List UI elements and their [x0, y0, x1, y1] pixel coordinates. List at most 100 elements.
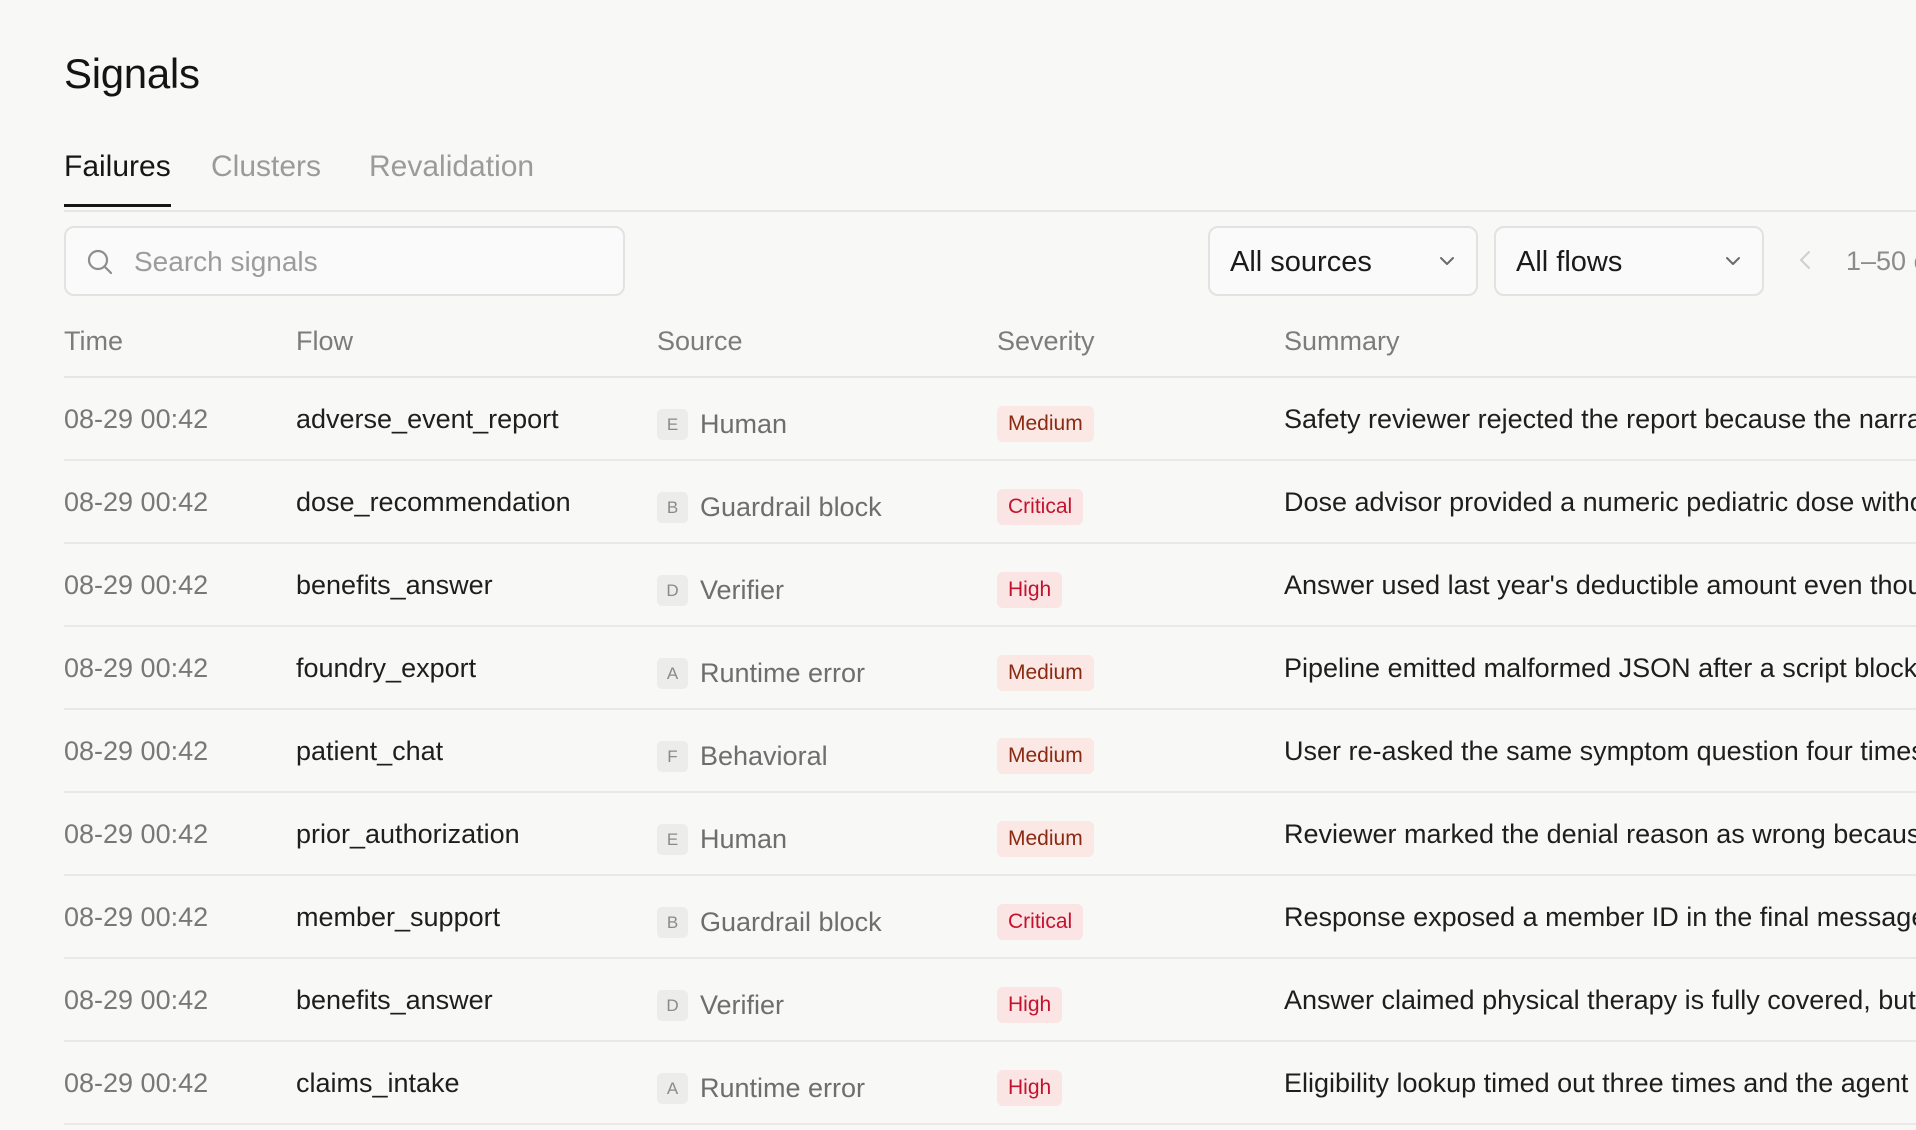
source-label: Guardrail block — [700, 492, 882, 523]
source-label: Guardrail block — [700, 907, 882, 938]
search-box — [64, 226, 625, 296]
table-row[interactable]: 08-29 00:42 adverse_event_report E Human … — [64, 378, 1916, 461]
row-severity: High — [997, 572, 1063, 608]
source-label: Behavioral — [700, 741, 828, 772]
chevron-down-icon — [1440, 257, 1454, 265]
row-summary: Eligibility lookup timed out three times… — [1284, 1068, 1916, 1098]
row-time: 08-29 00:42 — [64, 902, 209, 932]
column-header-summary: Summary — [1284, 326, 1400, 356]
source-badge: D — [657, 990, 688, 1022]
row-source: E Human — [657, 408, 788, 441]
source-badge: E — [657, 409, 688, 441]
column-header-source: Source — [657, 326, 743, 356]
row-summary: Pipeline emitted malformed JSON after a … — [1284, 653, 1916, 683]
row-flow: benefits_answer — [296, 985, 493, 1015]
source-badge: A — [657, 1073, 688, 1105]
row-source: F Behavioral — [657, 740, 828, 773]
row-time: 08-29 00:42 — [64, 653, 209, 683]
row-flow: foundry_export — [296, 653, 477, 683]
table-row[interactable]: 08-29 00:42 patient_chat F Behavioral Med… — [64, 710, 1916, 793]
row-severity: High — [997, 987, 1063, 1023]
chevron-left-icon[interactable] — [1798, 249, 1812, 271]
source-label: Human — [700, 409, 788, 440]
table-row[interactable]: 08-29 00:42 dose_recommendation B Guardra… — [64, 461, 1916, 544]
table-row[interactable]: 08-29 00:42 benefits_answer D Verifier Hi… — [64, 544, 1916, 627]
source-label: Runtime error — [700, 1073, 866, 1104]
row-time: 08-29 00:42 — [64, 404, 209, 434]
row-severity: High — [997, 1070, 1063, 1106]
row-time: 08-29 00:42 — [64, 487, 209, 517]
chevron-down-icon — [1726, 257, 1740, 265]
row-summary: Response exposed a member ID in the fina… — [1284, 902, 1916, 932]
sources-filter-select[interactable]: All sources — [1208, 226, 1478, 296]
row-time: 08-29 00:42 — [64, 819, 209, 849]
row-flow: benefits_answer — [296, 570, 493, 600]
severity-badge: Critical — [997, 489, 1084, 525]
tab-bar: Failures Clusters Revalidation — [64, 145, 1916, 212]
table-row[interactable]: 08-29 00:42 foundry_export A Runtime erro… — [64, 627, 1916, 710]
row-flow: claims_intake — [296, 1068, 460, 1098]
row-severity: Medium — [997, 821, 1094, 857]
row-source: B Guardrail block — [657, 491, 882, 524]
row-source: B Guardrail block — [657, 906, 882, 939]
row-time: 08-29 00:42 — [64, 570, 209, 600]
tab-clusters[interactable]: Clusters — [211, 150, 321, 207]
row-flow: dose_recommendation — [296, 487, 571, 517]
severity-badge: Medium — [997, 406, 1094, 442]
source-badge: B — [657, 907, 688, 939]
row-time: 08-29 00:42 — [64, 985, 209, 1015]
tab-failures[interactable]: Failures — [64, 150, 171, 207]
table-row[interactable]: 08-29 00:42 member_support B Guardrail bl… — [64, 876, 1916, 959]
source-label: Human — [700, 824, 788, 855]
column-header-severity: Severity — [997, 326, 1095, 356]
severity-badge: High — [997, 1070, 1063, 1106]
row-severity: Critical — [997, 489, 1084, 525]
table-row[interactable]: 08-29 00:42 claims_intake A Runtime error… — [64, 1042, 1916, 1125]
row-flow: member_support — [296, 902, 501, 932]
page-title: Signals — [64, 50, 200, 97]
row-summary: Reviewer marked the denial reason as wro… — [1284, 819, 1916, 849]
flows-filter-select[interactable]: All flows — [1494, 226, 1764, 296]
tab-revalidation[interactable]: Revalidation — [369, 150, 534, 207]
search-icon — [87, 249, 113, 275]
source-badge: A — [657, 658, 688, 690]
row-summary: Dose advisor provided a numeric pediatri… — [1284, 487, 1916, 517]
severity-badge: High — [997, 572, 1063, 608]
severity-badge: Medium — [997, 738, 1094, 774]
source-badge: B — [657, 492, 688, 524]
source-badge: D — [657, 575, 688, 607]
row-flow: prior_authorization — [296, 819, 520, 849]
row-severity: Medium — [997, 738, 1094, 774]
row-time: 08-29 00:42 — [64, 736, 209, 766]
source-label: Verifier — [700, 575, 785, 606]
row-time: 08-29 00:42 — [64, 1068, 209, 1098]
sources-filter-label: All sources — [1230, 246, 1372, 278]
row-severity: Medium — [997, 655, 1094, 691]
flows-filter-label: All flows — [1516, 246, 1623, 278]
search-input[interactable] — [132, 236, 606, 288]
row-summary: Answer used last year's deductible amoun… — [1284, 570, 1916, 600]
severity-badge: Medium — [997, 655, 1094, 691]
signals-page: Signals Failures Clusters Revalidation A… — [64, 0, 1916, 1130]
table-header: Time Flow Source Severity Summary — [64, 320, 1916, 378]
column-header-time: Time — [64, 326, 123, 356]
table-row[interactable]: 08-29 00:42 prior_authorization E Human M… — [64, 793, 1916, 876]
row-source: E Human — [657, 823, 788, 856]
severity-badge: High — [997, 987, 1063, 1023]
row-summary: Answer claimed physical therapy is fully… — [1284, 985, 1916, 1015]
source-label: Runtime error — [700, 658, 866, 689]
table-row[interactable]: 08-29 00:42 benefits_answer D Verifier Hi… — [64, 959, 1916, 1042]
severity-badge: Medium — [997, 821, 1094, 857]
pagination-range: 1–50 c — [1846, 246, 1916, 276]
row-summary: Safety reviewer rejected the report beca… — [1284, 404, 1916, 434]
row-flow: adverse_event_report — [296, 404, 559, 434]
source-label: Verifier — [700, 990, 785, 1021]
row-source: D Verifier — [657, 574, 785, 607]
source-badge: F — [657, 741, 688, 773]
row-severity: Critical — [997, 904, 1084, 940]
row-severity: Medium — [997, 406, 1094, 442]
row-source: A Runtime error — [657, 1072, 866, 1105]
severity-badge: Critical — [997, 904, 1084, 940]
row-flow: patient_chat — [296, 736, 444, 766]
row-source: D Verifier — [657, 989, 785, 1022]
